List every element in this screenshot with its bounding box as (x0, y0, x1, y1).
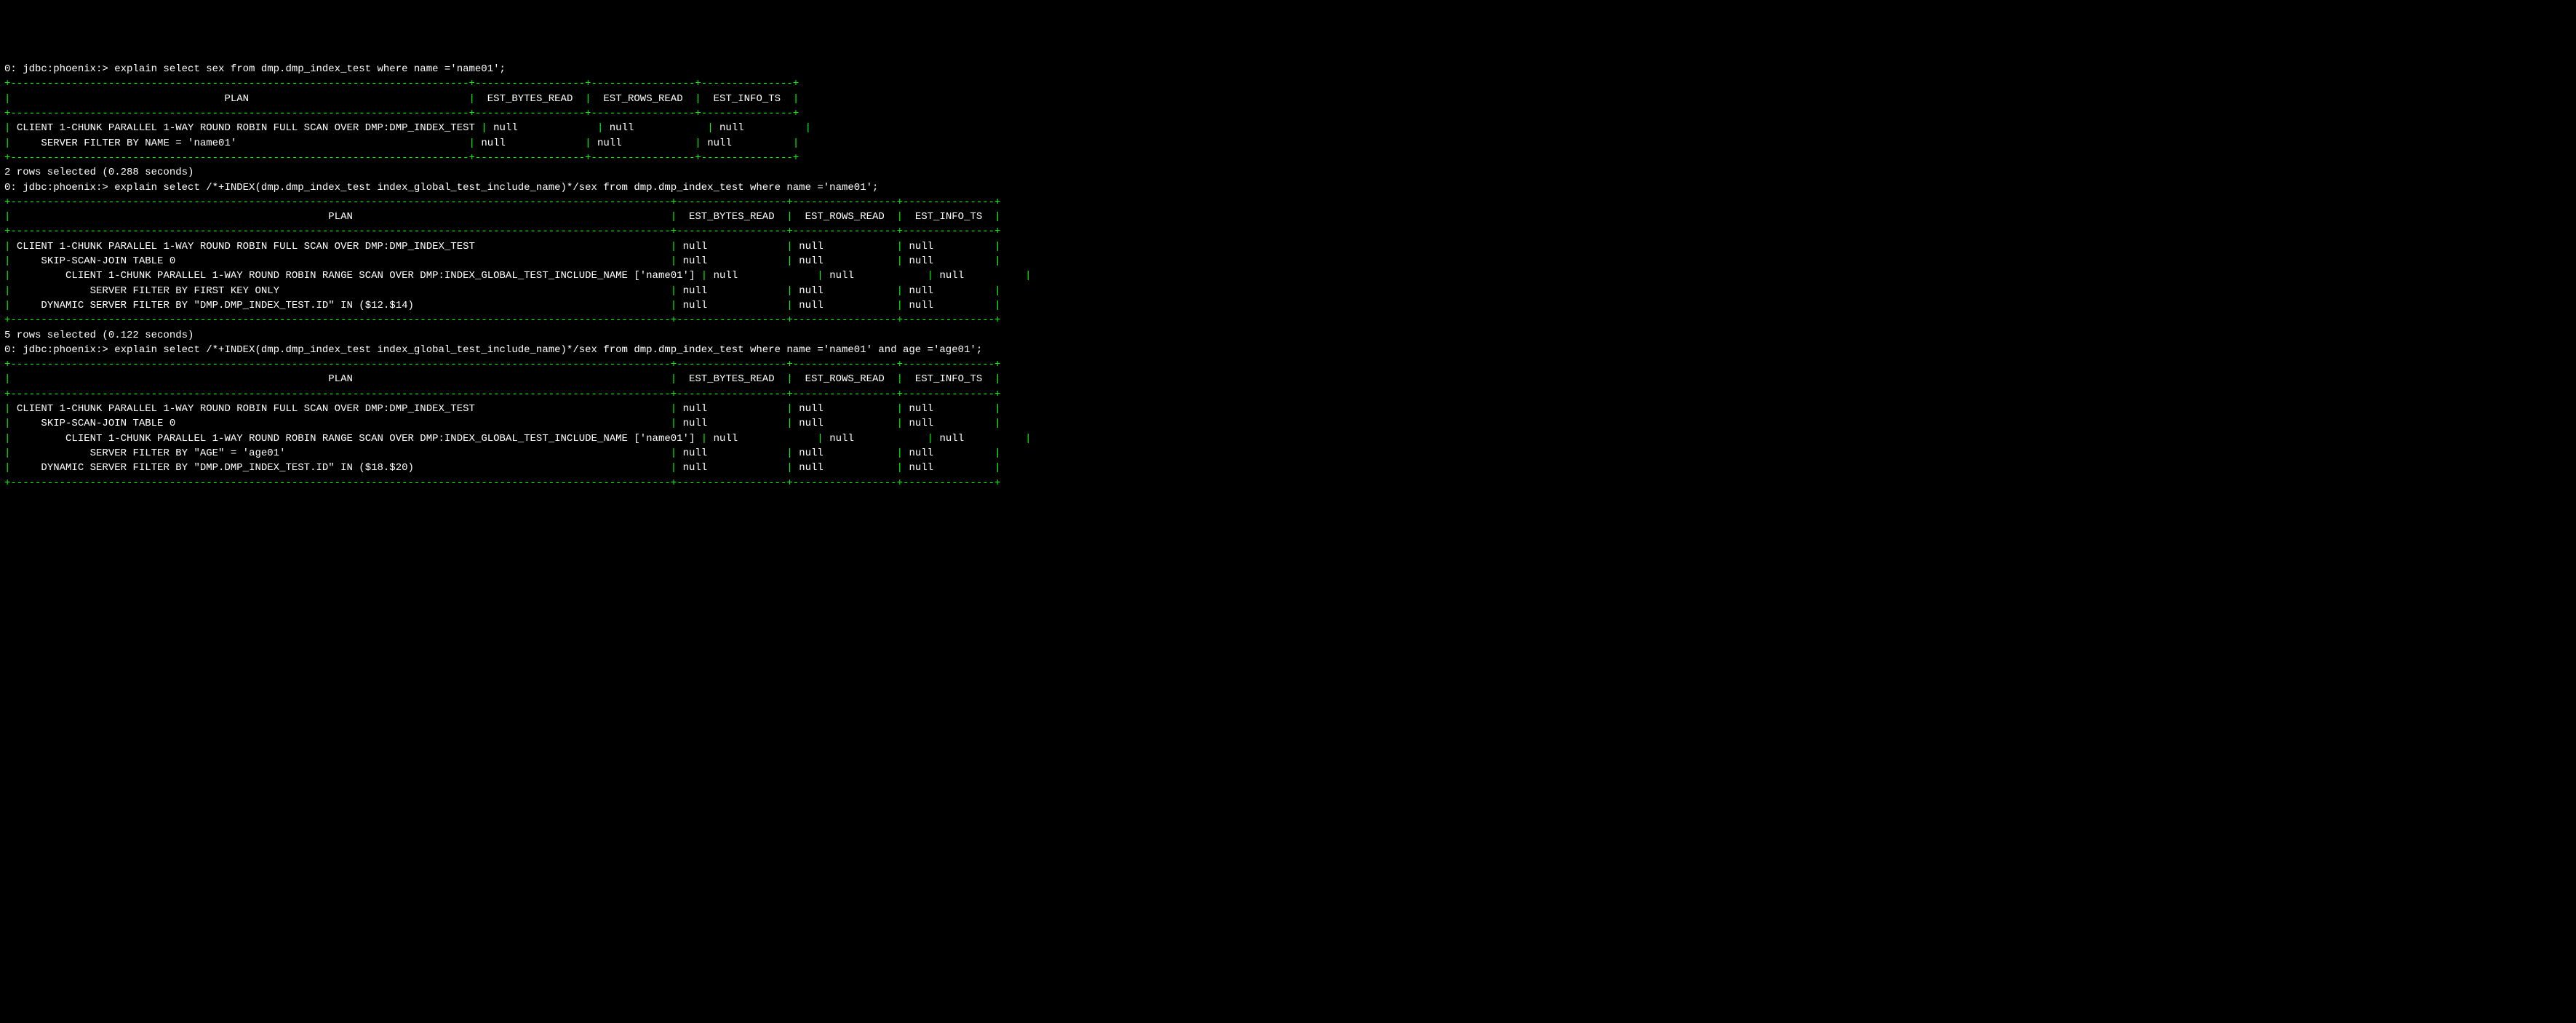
result-separator: +---------------------------------------… (4, 224, 2572, 239)
result-data-row: | CLIENT 1-CHUNK PARALLEL 1-WAY ROUND RO… (4, 431, 2572, 446)
result-data-row: | CLIENT 1-CHUNK PARALLEL 1-WAY ROUND RO… (4, 121, 2572, 135)
result-separator: +---------------------------------------… (4, 313, 2572, 327)
result-data-row: | SKIP-SCAN-JOIN TABLE 0 | null | null |… (4, 254, 2572, 268)
result-data-row: | CLIENT 1-CHUNK PARALLEL 1-WAY ROUND RO… (4, 239, 2572, 254)
result-data-row: | SERVER FILTER BY NAME = 'name01' | nul… (4, 136, 2572, 151)
terminal-output: 0: jdbc:phoenix:> explain select sex fro… (4, 62, 2572, 490)
rows-selected-status: 2 rows selected (0.288 seconds) (4, 165, 2572, 180)
result-data-row: | CLIENT 1-CHUNK PARALLEL 1-WAY ROUND RO… (4, 402, 2572, 416)
sql-prompt-line[interactable]: 0: jdbc:phoenix:> explain select /*+INDE… (4, 180, 2572, 195)
result-table: +---------------------------------------… (4, 195, 2572, 210)
result-data-row: | DYNAMIC SERVER FILTER BY "DMP.DMP_INDE… (4, 298, 2572, 313)
rows-selected-status: 5 rows selected (0.122 seconds) (4, 328, 2572, 343)
result-data-row: | DYNAMIC SERVER FILTER BY "DMP.DMP_INDE… (4, 461, 2572, 475)
result-header-row: | PLAN | EST_BYTES_READ | EST_ROWS_READ … (4, 372, 2572, 386)
result-data-row: | CLIENT 1-CHUNK PARALLEL 1-WAY ROUND RO… (4, 268, 2572, 283)
result-separator: +---------------------------------------… (4, 151, 2572, 165)
result-separator: +---------------------------------------… (4, 106, 2572, 121)
sql-prompt-line[interactable]: 0: jdbc:phoenix:> explain select /*+INDE… (4, 343, 2572, 357)
result-separator: +---------------------------------------… (4, 476, 2572, 490)
result-separator: +---------------------------------------… (4, 387, 2572, 402)
result-header-row: | PLAN | EST_BYTES_READ | EST_ROWS_READ … (4, 210, 2572, 224)
sql-prompt-line[interactable]: 0: jdbc:phoenix:> explain select sex fro… (4, 62, 2572, 76)
result-data-row: | SERVER FILTER BY "AGE" = 'age01' | nul… (4, 446, 2572, 461)
result-table: +---------------------------------------… (4, 357, 2572, 372)
result-table: +---------------------------------------… (4, 76, 2572, 91)
result-header-row: | PLAN | EST_BYTES_READ | EST_ROWS_READ … (4, 92, 2572, 106)
result-data-row: | SERVER FILTER BY FIRST KEY ONLY | null… (4, 284, 2572, 298)
result-data-row: | SKIP-SCAN-JOIN TABLE 0 | null | null |… (4, 416, 2572, 431)
